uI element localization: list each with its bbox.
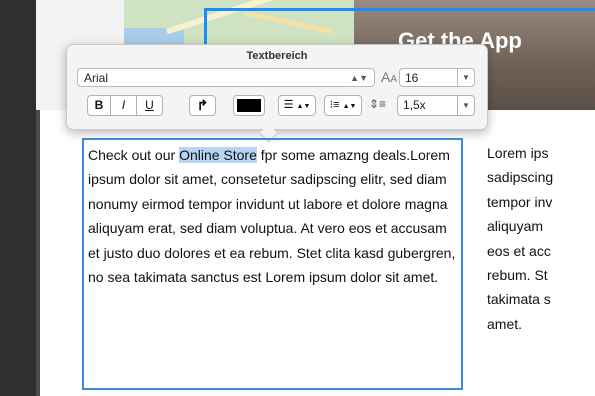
text-color-swatch[interactable] bbox=[233, 95, 265, 116]
font-family-select[interactable]: Arial ▲▼ bbox=[77, 68, 375, 87]
align-left-icon: ☰ bbox=[283, 99, 294, 111]
text-line: takimata s bbox=[487, 291, 551, 308]
align-button[interactable]: ☰ ▲▼ bbox=[278, 95, 316, 116]
text-line: eos et acc bbox=[487, 242, 551, 259]
line-spacing-field[interactable]: 1,5x ▼ bbox=[397, 95, 475, 116]
list-button[interactable]: ⁝≡ ▲▼ bbox=[324, 95, 362, 116]
chevron-down-icon[interactable]: ▼ bbox=[457, 96, 474, 115]
font-size-field[interactable]: 16 ▼ bbox=[399, 68, 475, 87]
text-area-editor[interactable]: Check out our Online Store fpr some amaz… bbox=[82, 138, 463, 390]
bold-button[interactable]: B bbox=[87, 95, 111, 116]
redo-button[interactable]: ↱ bbox=[189, 95, 216, 116]
popover-title: Textbereich bbox=[246, 50, 308, 62]
editor-text: Check out our bbox=[88, 147, 180, 163]
font-size-icon: AA bbox=[381, 69, 398, 85]
text-line: Lorem ips bbox=[487, 145, 549, 161]
right-text-column[interactable]: Lorem ips sadipscing tempor inv aliquyam… bbox=[487, 141, 595, 336]
text-line: aliquyam bbox=[487, 218, 544, 235]
text-line: sadipscing bbox=[487, 169, 554, 186]
selected-link-text[interactable]: Online Store bbox=[179, 147, 257, 163]
line-spacing-icon: ⇕≡ bbox=[369, 97, 387, 111]
updown-chevron-icon: ▲▼ bbox=[296, 103, 311, 110]
redo-arrow-icon: ↱ bbox=[196, 97, 209, 113]
annotation-line-horizontal bbox=[204, 8, 595, 11]
underline-button[interactable]: U bbox=[137, 95, 163, 116]
list-bullets-icon: ⁝≡ bbox=[329, 99, 340, 111]
updown-chevron-icon: ▲▼ bbox=[342, 103, 357, 110]
font-size-value: 16 bbox=[405, 71, 419, 85]
line-spacing-value: 1,5x bbox=[403, 98, 426, 112]
italic-button[interactable]: I bbox=[111, 95, 137, 116]
text-format-popover: Textbereich Arial ▲▼ AA 16 ▼ B I U ↱ ☰ ▲… bbox=[66, 44, 488, 130]
updown-chevron-icon: ▲▼ bbox=[350, 73, 368, 83]
font-family-value: Arial bbox=[84, 71, 109, 85]
text-line: amet. bbox=[487, 315, 523, 332]
editor-text: fpr some amazng deals.Lorem ipsum dolor … bbox=[88, 147, 456, 286]
left-sidebar-strip bbox=[0, 0, 36, 396]
text-line: tempor inv bbox=[487, 193, 553, 210]
text-line: rebum. St bbox=[487, 266, 548, 283]
color-fill bbox=[237, 99, 261, 112]
chevron-down-icon[interactable]: ▼ bbox=[457, 69, 474, 86]
map-road bbox=[244, 10, 334, 35]
